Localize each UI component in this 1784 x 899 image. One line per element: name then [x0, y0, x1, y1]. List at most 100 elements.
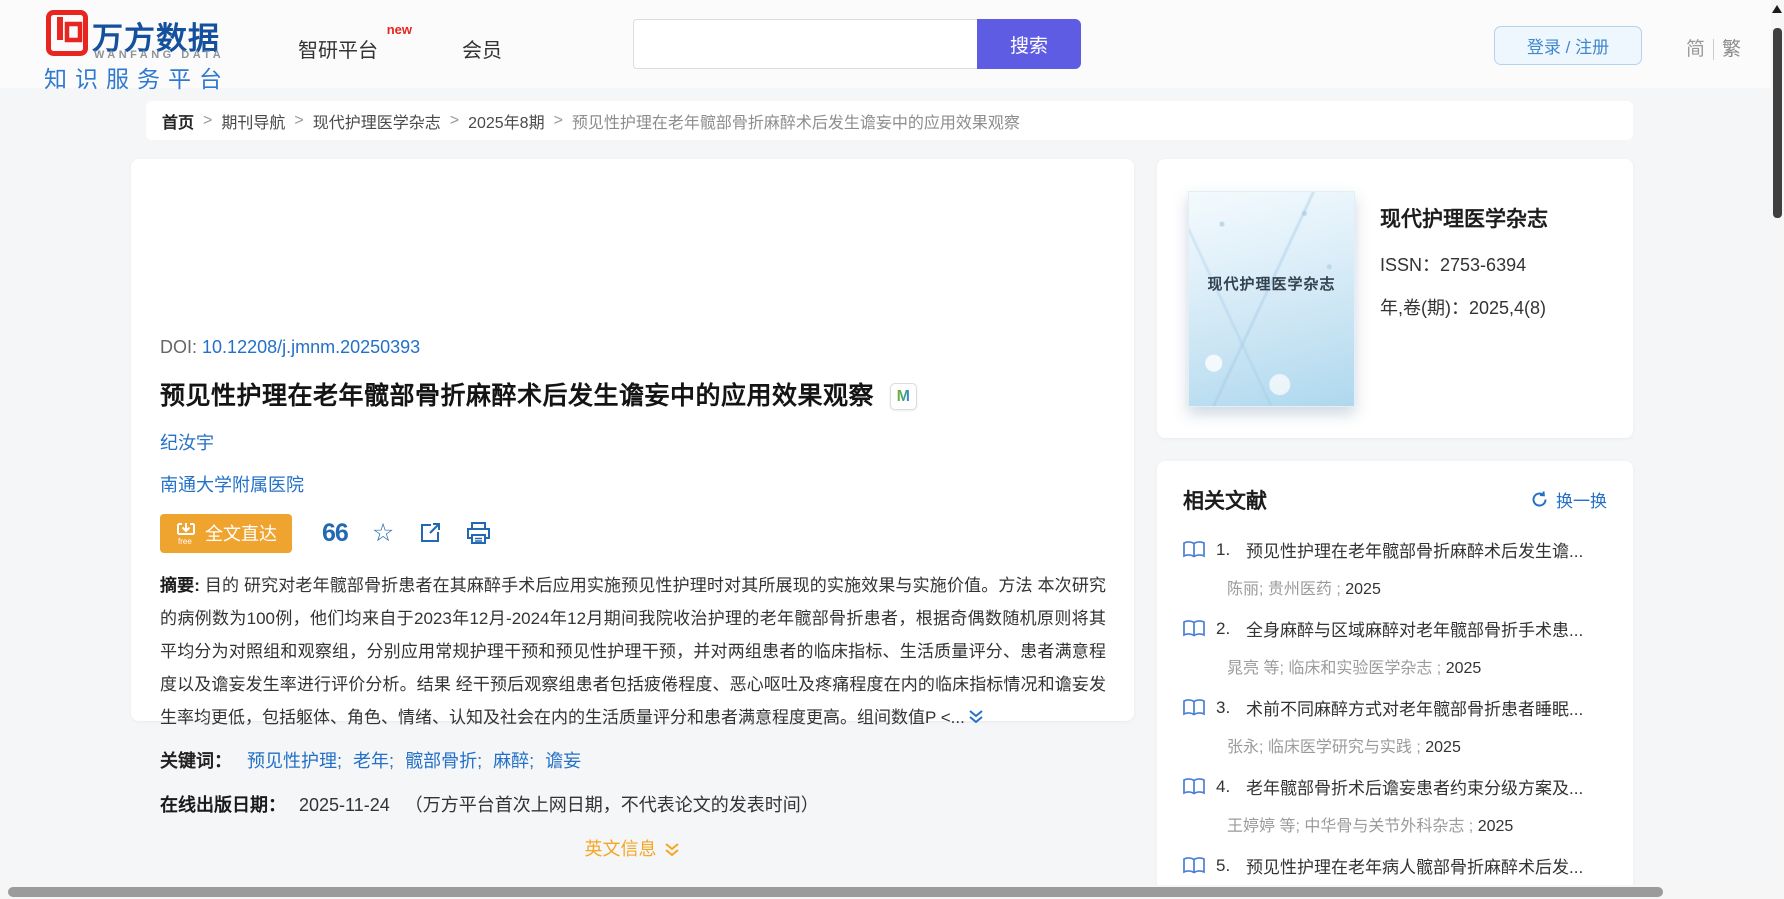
horizontal-scrollbar	[0, 885, 1771, 899]
affiliation-link[interactable]: 南通大学附属医院	[160, 471, 304, 497]
page: 万方数据 WANFANG DATA 知识服务平台 智研平台 new 会员 搜索 …	[0, 0, 1784, 899]
item-number: 2.	[1216, 618, 1231, 638]
item-meta: 陈丽; 贵州医药 ; 2025	[1227, 575, 1607, 599]
journal-issn: ISSN：2753-6394	[1380, 251, 1526, 277]
scroll-up-arrow-icon[interactable]	[1772, 5, 1782, 13]
related-item: 5. 预见性护理在老年病人髋部骨折麻醉术后发...	[1183, 853, 1607, 878]
new-badge: new	[386, 22, 412, 37]
english-info-toggle[interactable]: 英文信息	[131, 835, 1134, 861]
vertical-scroll-thumb[interactable]	[1773, 28, 1782, 218]
doi-label: DOI:	[160, 337, 198, 357]
cite-quote-icon[interactable]: 66	[322, 520, 349, 546]
wanfang-logo-icon[interactable]	[46, 10, 88, 56]
abstract-label: 摘要:	[160, 576, 200, 595]
language-switch: 简繁	[1678, 34, 1750, 61]
keyword-separator: ;	[389, 751, 395, 771]
item-year: 2025	[1345, 581, 1381, 598]
refresh-button[interactable]: 换一换	[1530, 487, 1607, 512]
article-card: DOI: 10.12208/j.jmnm.20250393 预见性护理在老年髋部…	[131, 159, 1134, 859]
author-link[interactable]: 纪汝宇	[160, 429, 214, 455]
related-articles-card: 相关文献 换一换 1. 预见性护理在老年髋部骨折麻醉术后发生谵... 陈丽; 贵…	[1157, 461, 1633, 899]
refresh-icon	[1532, 491, 1547, 507]
abstract: 摘要: 目的 研究对老年髋部骨折患者在其麻醉手术后应用实施预见性护理时对其所展现…	[160, 569, 1106, 737]
breadcrumb-item-current: 预见性护理在老年髋部骨折麻醉术后发生谵妄中的应用效果观察	[571, 114, 1020, 132]
print-icon[interactable]	[466, 521, 491, 545]
book-icon	[1183, 540, 1205, 558]
item-source: 陈丽; 贵州医药 ;	[1227, 581, 1341, 598]
journal-cover[interactable]: 现代护理医学杂志	[1188, 191, 1355, 407]
nav-item-zhiyan-label: 智研平台	[298, 40, 378, 62]
english-info-label: 英文信息	[584, 839, 657, 859]
journal-card: 现代护理医学杂志 现代护理医学杂志 ISSN：2753-6394 年,卷(期)：…	[1157, 159, 1633, 438]
header: 万方数据 WANFANG DATA 知识服务平台 智研平台 new 会员 搜索 …	[0, 0, 1784, 92]
volume-label: 年,卷(期)：	[1380, 298, 1469, 318]
abstract-text: 目的 研究对老年髋部骨折患者在其麻醉手术后应用实施预见性护理时对其所展现的实施效…	[160, 576, 1106, 727]
article-title: 预见性护理在老年髋部骨折麻醉术后发生谵妄中的应用效果观察 M	[160, 376, 918, 412]
login-register-button[interactable]: 登录 / 注册	[1494, 26, 1642, 65]
share-icon[interactable]	[418, 521, 442, 545]
fulltext-button[interactable]: free 全文直达	[160, 513, 292, 553]
doi-link[interactable]: 10.12208/j.jmnm.20250393	[202, 337, 420, 357]
chevron-double-down-icon[interactable]	[967, 708, 985, 726]
svg-text:free: free	[178, 537, 192, 545]
keyword-link[interactable]: 预见性护理	[247, 751, 337, 771]
keyword-link[interactable]: 老年	[353, 751, 389, 771]
issn-label: ISSN：	[1380, 255, 1441, 275]
item-title[interactable]: 老年髋部骨折术后谵妄患者约束分级方案及...	[1246, 774, 1583, 799]
item-number: 5.	[1216, 855, 1231, 875]
item-title[interactable]: 术前不同麻醉方式对老年髋部骨折患者睡眠...	[1246, 695, 1583, 720]
journal-name[interactable]: 现代护理医学杂志	[1380, 203, 1548, 233]
related-item: 1. 预见性护理在老年髋部骨折麻醉术后发生谵... 陈丽; 贵州医药 ; 202…	[1183, 537, 1607, 599]
book-icon	[1183, 777, 1205, 795]
item-year: 2025	[1425, 739, 1461, 756]
item-source: 张永; 临床医学研究与实践 ;	[1227, 739, 1421, 756]
refresh-label: 换一换	[1556, 492, 1607, 511]
breadcrumb-separator: >	[294, 111, 304, 129]
search-button[interactable]: 搜索	[977, 19, 1081, 69]
download-free-icon: free	[177, 523, 195, 545]
book-icon	[1183, 698, 1205, 716]
item-title[interactable]: 全身麻醉与区域麻醉对老年髋部骨折手术患...	[1246, 616, 1583, 641]
item-title[interactable]: 预见性护理在老年病人髋部骨折麻醉术后发...	[1246, 853, 1583, 878]
item-source: 晁亮 等; 临床和实验医学杂志 ;	[1227, 660, 1442, 677]
item-meta: 晁亮 等; 临床和实验医学杂志 ; 2025	[1227, 654, 1607, 678]
keyword-separator: ;	[337, 751, 343, 771]
horizontal-scroll-thumb[interactable]	[8, 887, 1663, 897]
keyword-link[interactable]: 谵妄	[545, 751, 581, 771]
lang-simplified[interactable]: 简	[1678, 39, 1713, 60]
keyword-link[interactable]: 麻醉	[493, 751, 529, 771]
journal-volume: 年,卷(期)：2025,4(8)	[1380, 294, 1546, 320]
medline-badge-icon[interactable]: M	[890, 383, 918, 410]
vertical-scrollbar	[1771, 0, 1784, 899]
keyword-separator: ;	[477, 751, 483, 771]
related-item: 2. 全身麻醉与区域麻醉对老年髋部骨折手术患... 晁亮 等; 临床和实验医学杂…	[1183, 616, 1607, 678]
item-title[interactable]: 预见性护理在老年髋部骨折麻醉术后发生谵...	[1246, 537, 1583, 562]
breadcrumb-separator: >	[449, 111, 460, 129]
chevron-double-down-icon	[664, 843, 679, 857]
related-title: 相关文献	[1183, 490, 1267, 513]
breadcrumb-separator: >	[203, 111, 213, 129]
breadcrumb-item-journal-nav[interactable]: 期刊导航	[221, 109, 285, 133]
lang-traditional[interactable]: 繁	[1713, 39, 1750, 60]
related-item: 4. 老年髋部骨折术后谵妄患者约束分级方案及... 王婷婷 等; 中华骨与关节外…	[1183, 774, 1607, 836]
pubdate-note: （万方平台首次上网日期，不代表论文的发表时间）	[404, 795, 819, 815]
keyword-separator: ;	[529, 751, 535, 771]
breadcrumb-item-home[interactable]: 首页	[162, 109, 194, 133]
search-input[interactable]	[633, 19, 977, 69]
breadcrumb-item-journal[interactable]: 现代护理医学杂志	[313, 109, 441, 133]
favorite-star-icon[interactable]: ☆	[372, 520, 394, 546]
related-header: 相关文献 换一换	[1183, 485, 1607, 513]
brand-tagline: 知识服务平台	[44, 66, 230, 92]
issn-value: 2753-6394	[1440, 255, 1527, 275]
keyword-link[interactable]: 髋部骨折	[405, 751, 477, 771]
nav-item-member[interactable]: 会员	[462, 34, 502, 63]
related-item: 3. 术前不同麻醉方式对老年髋部骨折患者睡眠... 张永; 临床医学研究与实践 …	[1183, 695, 1607, 757]
breadcrumb-item-issue[interactable]: 2025年8期	[468, 109, 545, 133]
pubdate-value: 2025-11-24	[299, 795, 390, 815]
book-icon	[1183, 856, 1205, 874]
nav-item-member-label: 会员	[462, 40, 502, 62]
action-bar: free 全文直达 66 ☆	[160, 513, 491, 553]
nav-item-zhiyan-platform[interactable]: 智研平台 new	[298, 22, 412, 63]
item-meta: 张永; 临床医学研究与实践 ; 2025	[1227, 733, 1607, 757]
breadcrumb-separator: >	[553, 111, 563, 129]
